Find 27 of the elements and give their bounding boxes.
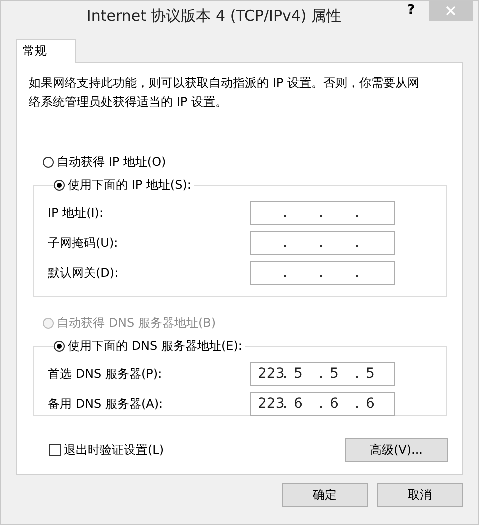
field-label: IP 地址(I): bbox=[48, 204, 104, 222]
ip-address-field[interactable]: 223 6 6 6 bbox=[250, 392, 395, 416]
field-label: 备用 DNS 服务器(A): bbox=[48, 396, 164, 412]
advanced-button[interactable]: 高级(V)... bbox=[345, 438, 448, 462]
radio-label[interactable]: 使用下面的 IP 地址(S): bbox=[68, 177, 192, 194]
window-title: Internet 协议版本 4 (TCP/IPv4) 属性 bbox=[86, 6, 343, 26]
dialog-button[interactable]: 取消 bbox=[377, 483, 463, 507]
field-label: 子网掩码(U): bbox=[48, 234, 118, 252]
help-button[interactable]: ? bbox=[407, 3, 415, 18]
checkbox-label[interactable]: 退出时验证设置(L) bbox=[64, 442, 164, 458]
radio-button[interactable] bbox=[54, 341, 65, 352]
close-button[interactable] bbox=[429, 1, 473, 21]
radio-label[interactable]: 自动获得 IP 地址(O) bbox=[57, 154, 166, 171]
close-icon bbox=[446, 6, 456, 16]
radio-label[interactable]: 使用下面的 DNS 服务器地址(E): bbox=[68, 338, 242, 355]
tab[interactable]: 常规 bbox=[16, 39, 76, 63]
checkbox[interactable] bbox=[49, 444, 61, 456]
ip-address-field[interactable] bbox=[250, 201, 395, 225]
radio-button[interactable] bbox=[43, 157, 54, 168]
ip-address-field[interactable] bbox=[250, 231, 395, 255]
ip-address-field[interactable]: 223 5 5 5 bbox=[250, 362, 395, 386]
radio-button[interactable] bbox=[54, 180, 65, 191]
ip-address-field[interactable] bbox=[250, 261, 395, 285]
description-text: 如果网络支持此功能，则可以获取自动指派的 IP 设置。否则，你需要从网络系统管理员处获得适当的 IP 设置。 bbox=[29, 75, 420, 111]
field-label: 默认网关(D): bbox=[48, 264, 119, 282]
dialog-button[interactable]: 确定 bbox=[282, 483, 368, 507]
field-label: 首选 DNS 服务器(P): bbox=[48, 366, 162, 382]
